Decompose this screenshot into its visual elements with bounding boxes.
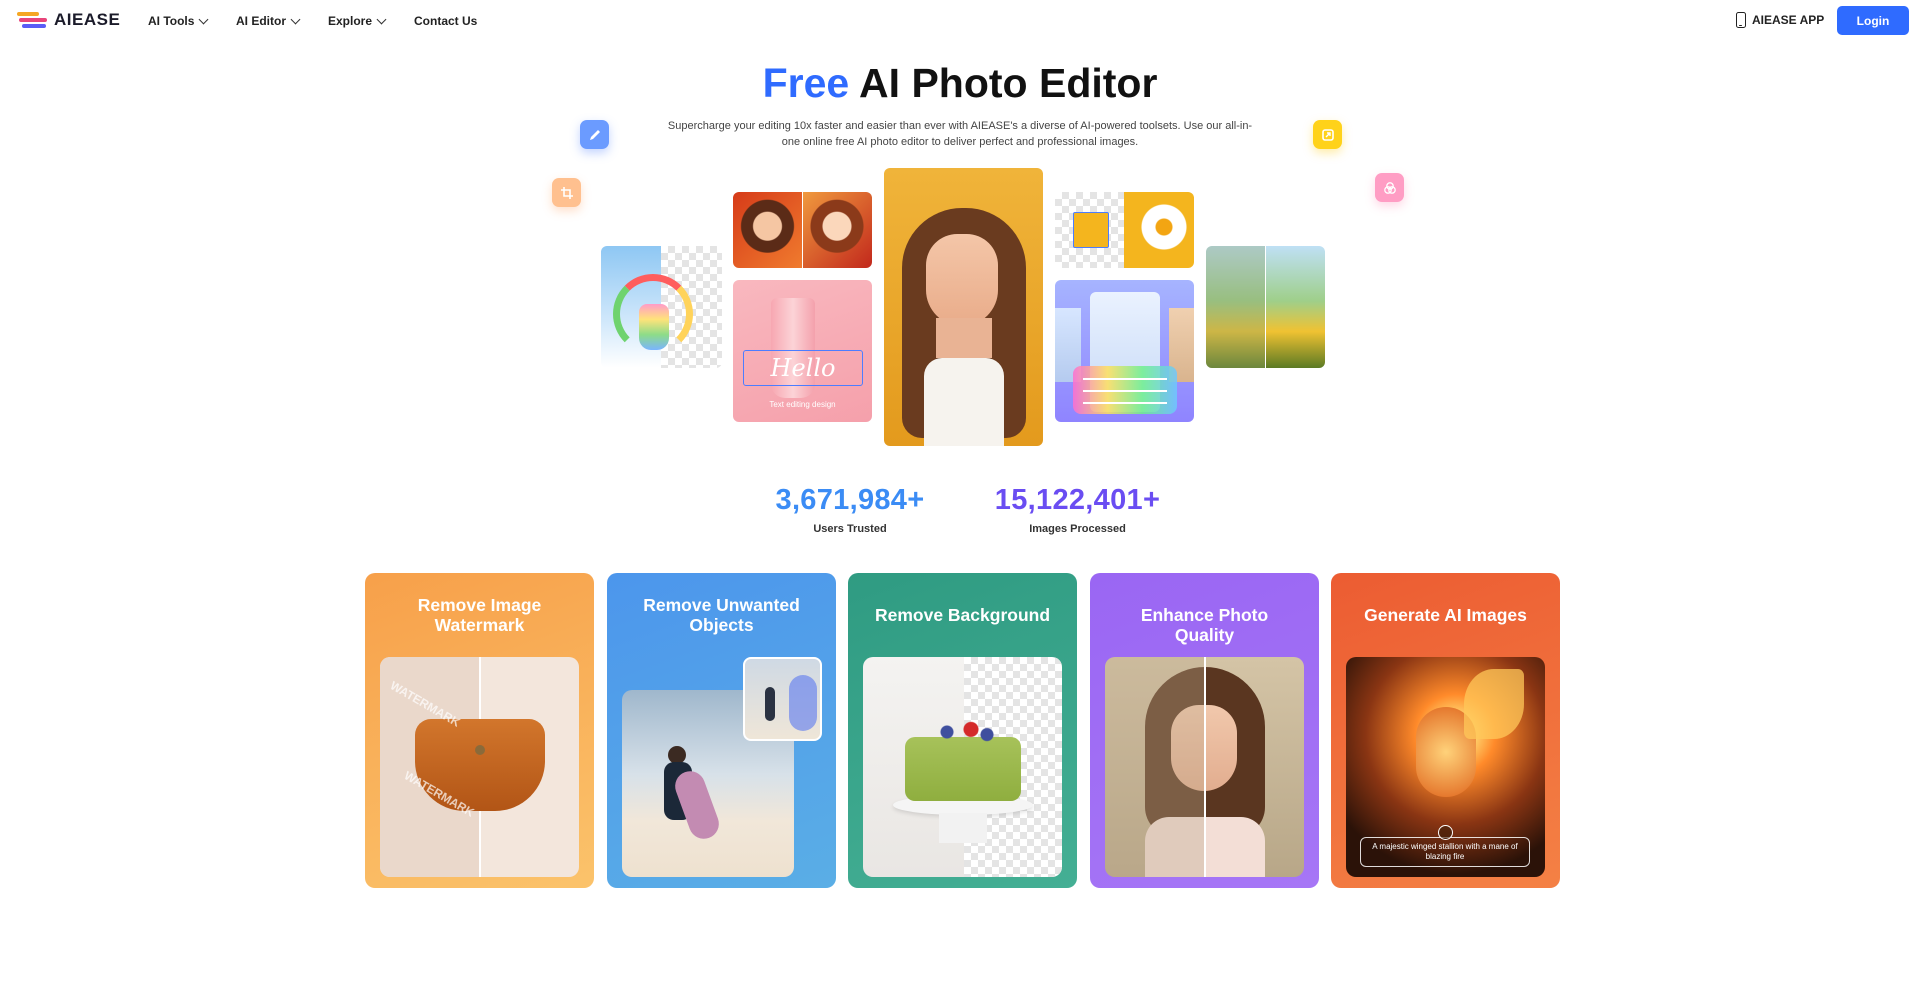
nav-contact-us-label: Contact Us <box>414 14 478 28</box>
portrait-style-example-image <box>733 192 872 268</box>
background-removal-example-image <box>601 246 722 368</box>
color-adjust-example-image <box>1055 280 1194 422</box>
chevron-down-icon <box>376 14 387 24</box>
object-selection-example-image <box>1055 192 1194 268</box>
card-title: Remove Background <box>874 605 1051 625</box>
people-thumbnail-image <box>743 657 822 741</box>
nav-explore-label: Explore <box>328 14 373 28</box>
chevron-down-icon <box>199 14 209 24</box>
text-editing-example-image: Hello Text editing design <box>733 280 872 422</box>
aiease-app-label: AIEASE APP <box>1752 13 1825 27</box>
logo-mark-icon <box>17 10 47 30</box>
prompt-box: A majestic winged stallion with a mane o… <box>1360 837 1530 867</box>
title-rest: AI Photo Editor <box>849 60 1158 106</box>
cake-example-image <box>863 657 1062 877</box>
pegasus-generated-image: A majestic winged stallion with a mane o… <box>1346 657 1545 877</box>
color-filter-icon <box>1375 173 1404 202</box>
card-generate-ai-images[interactable]: Generate AI Images A majestic winged sta… <box>1331 573 1560 888</box>
aiease-app-link[interactable]: AIEASE APP <box>1736 12 1824 28</box>
watermark-example-image: WATERMARK WATERMARK <box>380 657 579 877</box>
nav-explore[interactable]: Explore <box>328 14 387 28</box>
login-button[interactable]: Login <box>1837 6 1909 35</box>
nav-ai-editor[interactable]: AI Editor <box>236 14 301 28</box>
stat-value: 15,122,401+ <box>994 484 1161 516</box>
nav-ai-tools[interactable]: AI Tools <box>148 14 209 28</box>
expand-icon <box>1313 120 1342 149</box>
card-remove-background[interactable]: Remove Background <box>848 573 1077 888</box>
edit-icon <box>1438 825 1453 840</box>
stat-users-trusted: 3,671,984+ Users Trusted <box>760 484 940 535</box>
prompt-text: A majestic winged stallion with a mane o… <box>1372 842 1518 861</box>
hero-subtitle: Supercharge your editing 10x faster and … <box>667 120 1253 148</box>
hello-script-text: Hello <box>770 354 836 382</box>
card-title: Remove Unwanted Objects <box>643 595 800 635</box>
pencil-icon <box>580 120 609 149</box>
card-enhance-quality[interactable]: Enhance Photo Quality <box>1090 573 1319 888</box>
nav-ai-tools-label: AI Tools <box>148 14 195 28</box>
card-remove-objects[interactable]: Remove Unwanted Objects <box>607 573 836 888</box>
nav-contact-us[interactable]: Contact Us <box>414 14 477 28</box>
stat-value: 3,671,984+ <box>775 484 925 516</box>
aiease-logo[interactable]: AIEASE <box>17 10 120 30</box>
title-accent: Free <box>762 60 850 106</box>
card-remove-watermark[interactable]: Remove Image Watermark WATERMARK WATERMA… <box>365 573 594 888</box>
logo-text: AIEASE <box>54 10 121 29</box>
nav-ai-editor-label: AI Editor <box>236 14 286 28</box>
crop-icon <box>552 178 581 207</box>
stat-label: Users Trusted <box>813 523 887 535</box>
card-title: Generate AI Images <box>1364 605 1527 625</box>
text-editing-caption: Text editing design <box>769 400 836 409</box>
phone-icon <box>1736 12 1746 28</box>
chevron-down-icon <box>290 14 301 24</box>
portrait-enhance-example-image <box>1105 657 1304 877</box>
card-title: Enhance Photo Quality <box>1140 605 1269 645</box>
top-nav: AIEASE AI Tools AI Editor Explore Contac… <box>0 0 1920 42</box>
page-title: Free AI Photo Editor <box>0 60 1920 107</box>
card-title: Remove Image Watermark <box>417 595 542 635</box>
landscape-enhance-example-image <box>1206 246 1325 368</box>
stat-images-processed: 15,122,401+ Images Processed <box>985 484 1170 535</box>
stat-label: Images Processed <box>1029 523 1126 535</box>
main-portrait-image <box>884 168 1043 446</box>
